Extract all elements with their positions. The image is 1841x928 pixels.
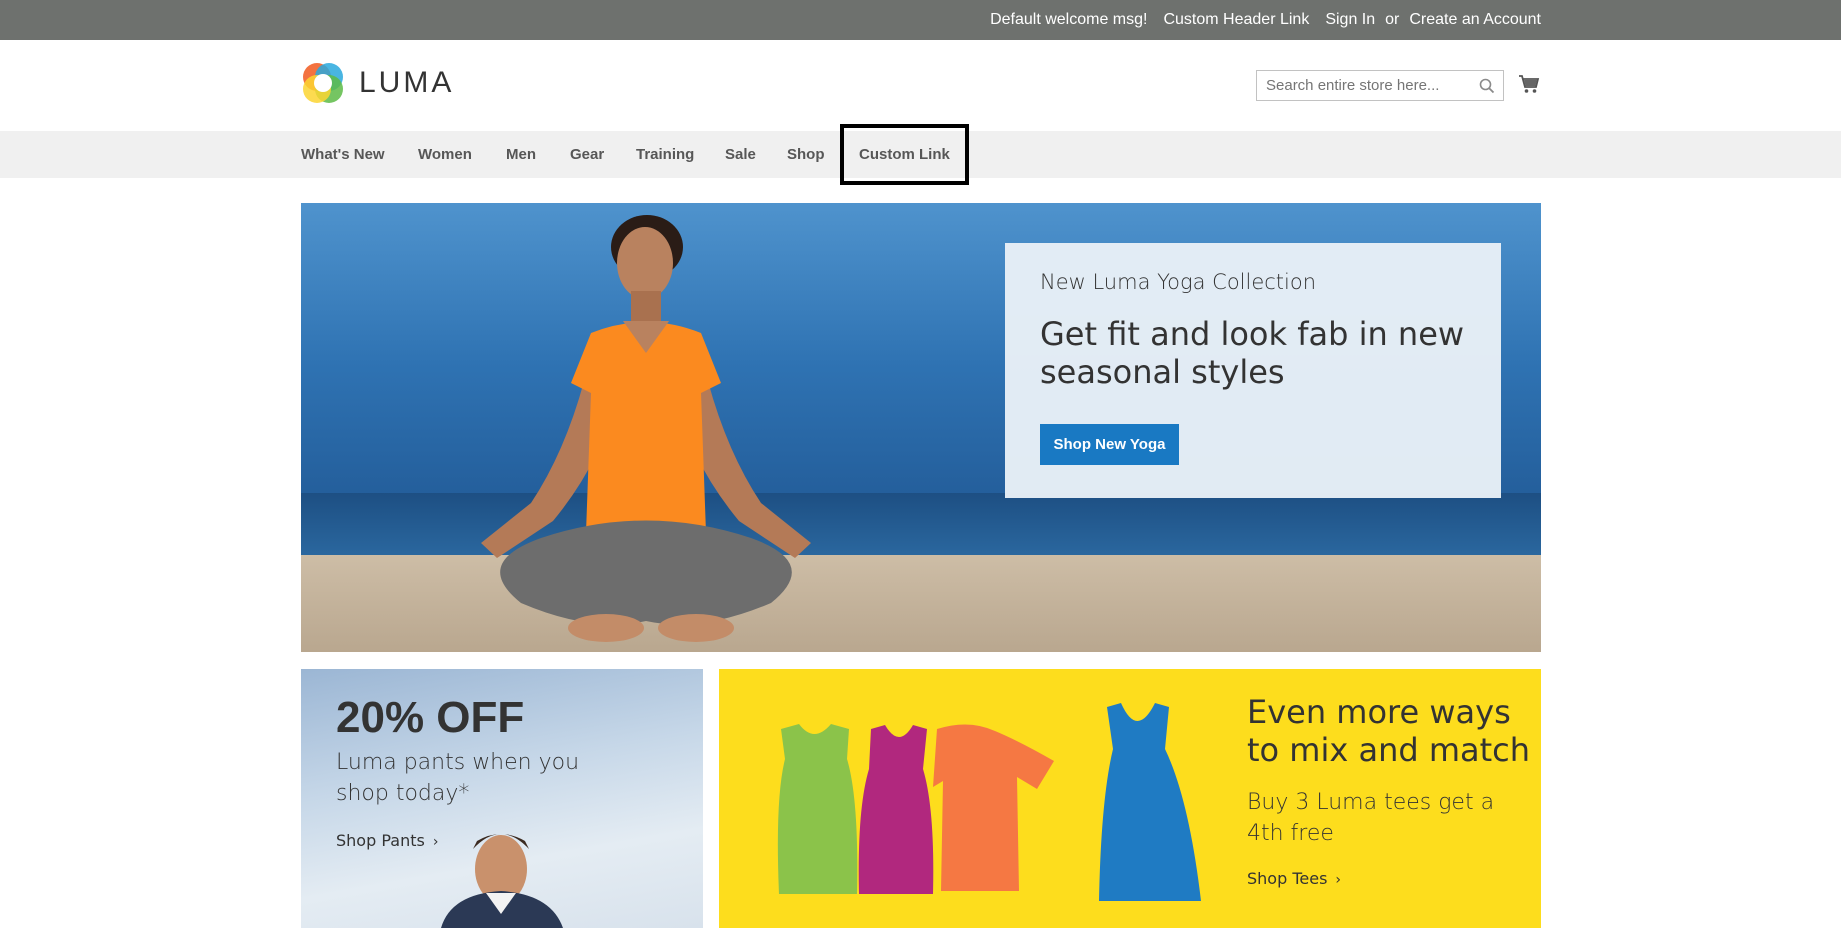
- search-icon[interactable]: [1479, 78, 1495, 94]
- logo[interactable]: LUMA: [301, 61, 454, 105]
- shop-tees-label: Shop Tees: [1247, 869, 1328, 888]
- or-text: or: [1385, 11, 1400, 28]
- custom-header-link[interactable]: Custom Header Link: [1163, 11, 1309, 29]
- luma-logo-icon: [303, 63, 343, 103]
- hero-headline: Get fit and look fab in new seasonal sty…: [1040, 315, 1465, 391]
- chevron-right-icon: ›: [1335, 872, 1342, 888]
- chevron-right-icon: ›: [432, 834, 439, 850]
- nav-item-custom-link[interactable]: Custom Link: [840, 124, 969, 185]
- nav-item-gear[interactable]: Gear: [570, 131, 604, 178]
- header-links: Default welcome msg! Custom Header Link …: [974, 0, 1541, 40]
- nav-item-training[interactable]: Training: [636, 131, 694, 178]
- nav-item-sale[interactable]: Sale: [725, 131, 756, 178]
- welcome-message: Default welcome msg!: [990, 11, 1148, 28]
- discount-text: 20% OFF: [336, 693, 525, 742]
- logo-text: LUMA: [359, 66, 455, 99]
- nav-item-whats-new[interactable]: What's New: [301, 131, 385, 178]
- main-navigation: What's New Women Men Gear Training Sale …: [0, 124, 1841, 185]
- shopping-cart-icon[interactable]: [1518, 74, 1540, 94]
- nav-item-men[interactable]: Men: [506, 131, 536, 178]
- create-account-link[interactable]: Create an Account: [1409, 11, 1541, 29]
- tees-image: [777, 703, 1201, 901]
- pants-description: Luma pants when you shop today*: [336, 750, 580, 806]
- tees-promo-card[interactable]: Even more ways to mix and match Buy 3 Lu…: [719, 669, 1541, 928]
- shop-tees-link[interactable]: Shop Tees ›: [1247, 869, 1341, 888]
- hero-banner[interactable]: New Luma Yoga Collection Get fit and loo…: [301, 203, 1541, 652]
- shop-pants-link[interactable]: Shop Pants ›: [336, 831, 438, 850]
- tees-heading: Even more ways to mix and match: [1247, 693, 1531, 769]
- nav-item-women[interactable]: Women: [418, 131, 472, 178]
- nav-item-shop[interactable]: Shop: [787, 131, 825, 178]
- shop-new-yoga-button[interactable]: Shop New Yoga: [1040, 424, 1179, 465]
- top-bar: Default welcome msg! Custom Header Link …: [0, 0, 1841, 40]
- pants-promo-card[interactable]: 20% OFF Luma pants when you shop today* …: [301, 669, 703, 928]
- hero-kicker: New Luma Yoga Collection: [1040, 270, 1317, 294]
- search-input[interactable]: [1257, 71, 1471, 100]
- shop-pants-label: Shop Pants: [336, 831, 425, 850]
- search-box[interactable]: [1256, 70, 1504, 101]
- hero-promo-box: New Luma Yoga Collection Get fit and loo…: [1005, 243, 1501, 498]
- tees-description: Buy 3 Luma tees get a 4th free: [1247, 790, 1495, 846]
- sign-in-link[interactable]: Sign In: [1325, 11, 1375, 29]
